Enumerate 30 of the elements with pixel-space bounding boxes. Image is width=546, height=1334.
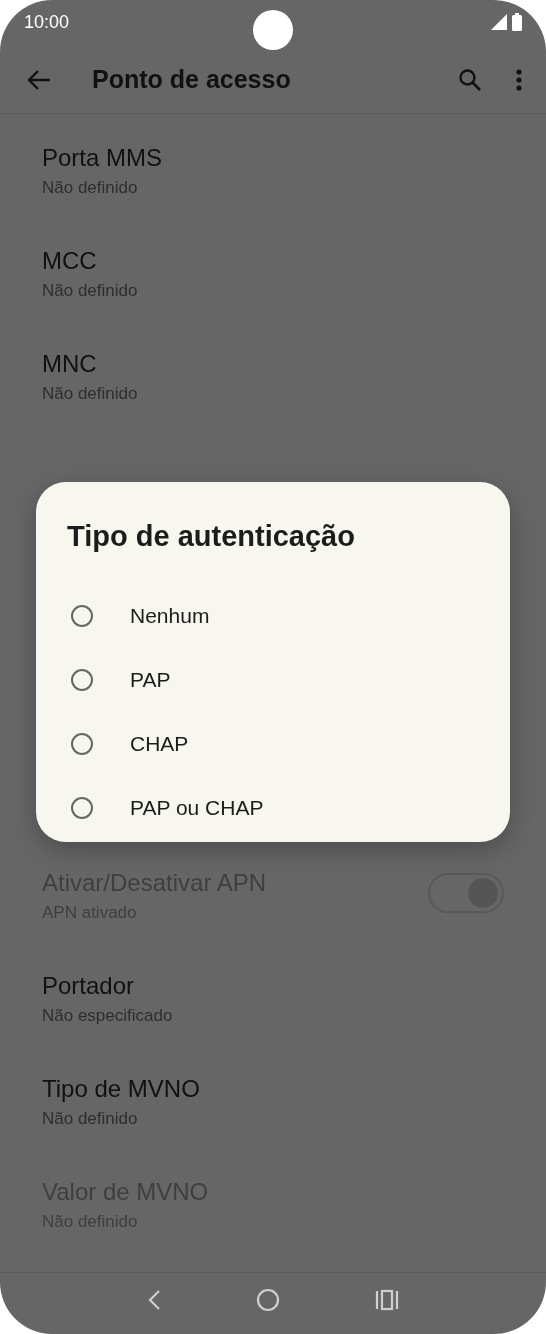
search-icon[interactable] <box>458 67 482 92</box>
home-icon[interactable] <box>256 1287 280 1312</box>
recent-apps-icon[interactable] <box>374 1288 399 1311</box>
setting-value: Não definido <box>42 280 138 303</box>
more-options-icon[interactable] <box>516 68 522 91</box>
radio-button[interactable] <box>71 797 93 819</box>
camera-hole-icon <box>253 10 293 50</box>
back-icon[interactable] <box>147 1288 162 1311</box>
option-label[interactable]: Nenhum <box>130 604 210 628</box>
dialog-title: Tipo de autenticação <box>67 520 356 553</box>
radio-button[interactable] <box>71 605 93 627</box>
setting-value: Não especificado <box>42 1005 173 1028</box>
option-label[interactable]: CHAP <box>130 732 189 756</box>
setting-title[interactable]: Portador <box>42 971 135 1002</box>
radio-button[interactable] <box>71 733 93 755</box>
status-time: 10:00 <box>24 11 70 33</box>
setting-title[interactable]: Tipo de MVNO <box>42 1074 200 1105</box>
setting-value: Não definido <box>42 177 138 200</box>
setting-title[interactable]: MCC <box>42 246 97 277</box>
setting-title[interactable]: MNC <box>42 349 97 380</box>
setting-value: Não definido <box>42 383 138 406</box>
setting-value: Não definido <box>42 1108 138 1131</box>
radio-button[interactable] <box>71 669 93 691</box>
page-title: Ponto de acesso <box>92 65 291 95</box>
option-label[interactable]: PAP ou CHAP <box>130 796 264 820</box>
back-arrow-icon[interactable] <box>26 68 52 91</box>
option-label[interactable]: PAP <box>130 668 171 692</box>
signal-icon <box>491 14 507 30</box>
battery-icon <box>512 13 522 31</box>
setting-title[interactable]: Porta MMS <box>42 143 163 174</box>
